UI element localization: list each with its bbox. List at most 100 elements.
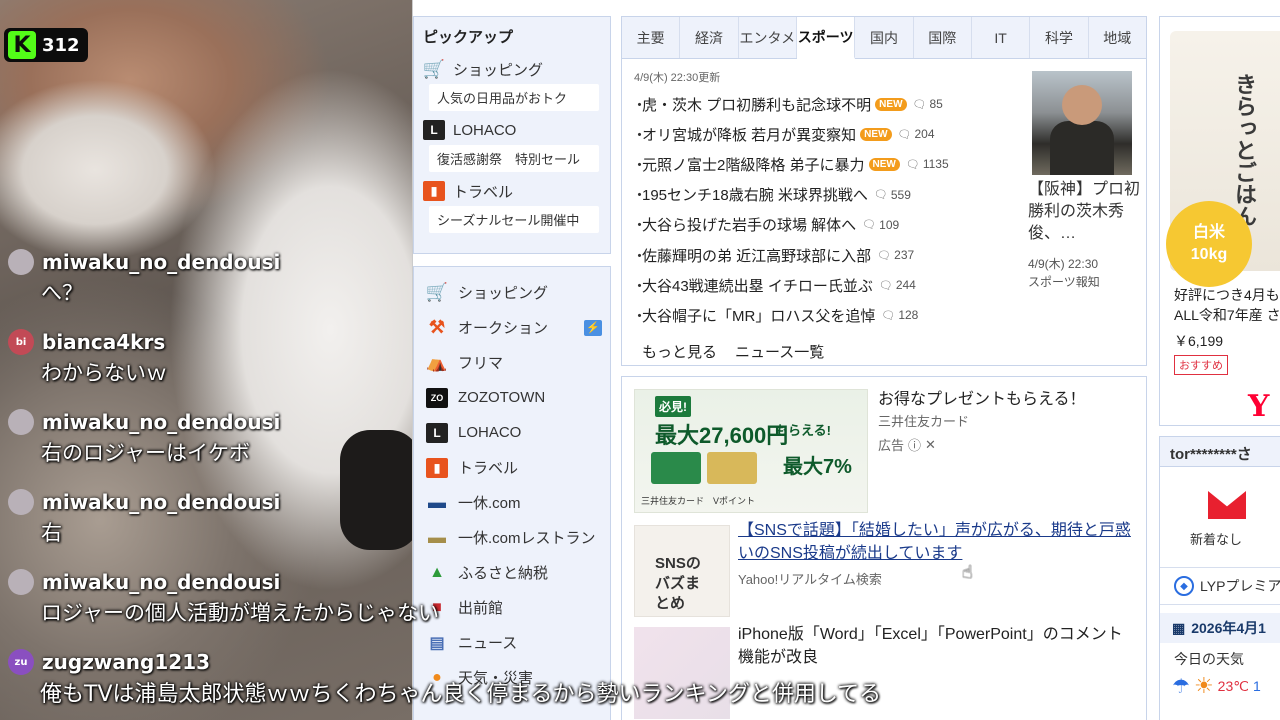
tab-entertainment[interactable]: エンタメ [739, 17, 797, 58]
rice-bag-image: きらっとごはん 白米 10kg [1166, 31, 1280, 287]
more-link[interactable]: もっと見る [642, 341, 717, 362]
pickup-item[interactable]: 🛒 ショッピング 人気の日用品がおトク [414, 56, 610, 111]
chat-username: miwaku_no_dendousi [42, 570, 281, 594]
tab-main[interactable]: 主要 [622, 17, 681, 58]
comment-count: 🗨 85 [912, 97, 943, 112]
news-item-title: 195センチ18歳右腕 米球界挑戦へ [642, 187, 868, 205]
viewer-count: 312 [42, 34, 80, 56]
comment-count: 🗨 204 [897, 127, 935, 142]
article-title[interactable]: 【SNSで話題】「結婚したい」声が広がる、期待と戸惑いのSNS投稿が続出していま… [738, 519, 1138, 565]
chat-username: miwaku_no_dendousi [42, 410, 281, 434]
kick-logo-icon: K [8, 31, 36, 59]
user-avatar: bi [8, 329, 34, 355]
weather-row[interactable]: ☂ ☀ 23℃ 1 [1172, 673, 1261, 699]
chat-message: miwaku_no_dendousi へ？ [8, 246, 608, 326]
news-item-title: オリ宮城が降板 若月が異変察知 [642, 126, 857, 144]
comment-icon: 🗨 [878, 279, 893, 292]
lyp-icon: ◆ [1174, 576, 1194, 596]
ad-amount: 最大27,600円 [655, 423, 789, 448]
user-avatar [8, 249, 34, 275]
pickup-item-label: LOHACO [453, 121, 517, 139]
ad-amount-sub: もらえる! [775, 423, 831, 438]
chat-text: ロジャーの個人活動が増えたからじゃない [41, 601, 439, 625]
new-badge: NEW [860, 127, 892, 141]
tab-economy[interactable]: 経済 [680, 17, 739, 58]
ad-banner[interactable]: 必見! 最大27,600円 もらえる! 最大7% 三井住友カード Vポイント [634, 389, 868, 513]
info-icon[interactable]: ⓘ [908, 435, 921, 454]
new-badge: NEW [875, 97, 907, 111]
comment-icon: 🗨 [881, 309, 896, 322]
viewer-count-badge: K 312 [4, 28, 88, 62]
comment-icon: 🗨 [877, 249, 892, 262]
tab-science[interactable]: 科学 [1030, 17, 1089, 58]
player-photo-body [1050, 121, 1114, 175]
pickup-panel: ピックアップ 🛒 ショッピング 人気の日用品がおトク L LOHACO 復活感謝祭 … [413, 16, 611, 254]
comment-count: 🗨 1135 [905, 157, 949, 172]
weather-label: 今日の天気 [1174, 651, 1244, 667]
pickup-item[interactable]: L LOHACO 復活感謝祭 特別セール [414, 117, 610, 172]
ad-footer: 三井住友カード Vポイント [641, 496, 756, 506]
comment-icon: 🗨 [905, 158, 920, 171]
player-photo-head [1062, 85, 1102, 125]
account-panel: tor********さ 新着なし ◆ LYPプレミア ▦ 2026年4月1 今… [1159, 436, 1280, 720]
chat-message: miwaku_no_dendousi 右 [8, 486, 608, 566]
ad-label: 広告 ⓘ ✕ [878, 435, 936, 454]
article-thumbnail[interactable]: SNSのバズまとめ [634, 525, 730, 617]
chat-text: 右のロジャーはイケボ [41, 441, 250, 465]
chat-message: miwaku_no_dendousi ロジャーの個人活動が増えたからじゃない [8, 566, 608, 646]
ad-title[interactable]: お得なプレゼントもらえる！ [878, 385, 1086, 409]
travel-bag-icon: ▮ [423, 181, 445, 201]
lyp-premium-link[interactable]: ◆ LYPプレミア [1160, 567, 1280, 605]
chat-text: 右 [41, 521, 62, 545]
shopping-cart-icon: 🛒 [422, 58, 446, 79]
news-item[interactable]: ・大谷帽子に「MR」ロハス父を追悼 🗨 128 [632, 300, 1146, 330]
news-item-title: 元照ノ富士2階級降格 弟子に暴力 [642, 156, 865, 174]
calendar-icon: ▦ [1172, 619, 1186, 636]
tab-local[interactable]: 地域 [1089, 17, 1146, 58]
product-ad[interactable]: きらっとごはん 白米 10kg 好評につき4月も ALL令和7年産 さ ￥6,1… [1159, 16, 1280, 426]
comment-icon: 🗨 [897, 128, 912, 141]
news-list-link[interactable]: ニュース一覧 [735, 341, 824, 362]
chat-message: bi bianca4krs わからないｗ [8, 326, 608, 406]
umbrella-icon: ☂ [1172, 675, 1190, 698]
news-links: もっと見る ニュース一覧 [622, 331, 1146, 372]
comment-count: 🗨 109 [862, 217, 900, 232]
pickup-item-sub[interactable]: 人気の日用品がおトク [429, 84, 599, 111]
comment-count: 🗨 237 [877, 248, 915, 263]
comment-icon: 🗨 [873, 189, 888, 202]
pickup-item-sub[interactable]: シーズナルセール開催中 [429, 206, 599, 233]
ad-percent: 最大7% [783, 456, 852, 478]
news-item-title: 大谷ら投げた岩手の球場 解体へ [642, 217, 857, 235]
news-feature-title[interactable]: 【阪神】プロ初勝利の茨木秀俊、… [1028, 179, 1140, 245]
chat-username: zugzwang1213 [42, 650, 211, 674]
article-title[interactable]: iPhone版「Word」「Excel」「PowerPoint」のコメント機能が… [738, 623, 1138, 669]
close-icon[interactable]: ✕ [925, 437, 936, 453]
user-avatar [8, 409, 34, 435]
tab-sports[interactable]: スポーツ [796, 17, 856, 59]
card-image [651, 452, 701, 484]
sns-thumb-text: SNSのバズまとめ [655, 555, 701, 612]
pickup-title: ピックアップ [423, 29, 514, 46]
pickup-item-sub[interactable]: 復活感謝祭 特別セール [429, 145, 599, 172]
news-feature-time: 4/9(木) 22:30 [1028, 257, 1099, 271]
chat-username: bianca4krs [42, 330, 166, 354]
sun-icon: ☀ [1193, 673, 1214, 698]
tab-it[interactable]: IT [972, 17, 1031, 58]
pickup-item[interactable]: ▮ トラベル シーズナルセール開催中 [414, 178, 610, 233]
temp-low: 1 [1252, 678, 1261, 694]
user-avatar: zu [8, 649, 34, 675]
rice-bag-text: きらっとごはん [1231, 73, 1257, 227]
recommend-badge: おすすめ [1174, 355, 1228, 375]
news-feature-meta: 4/9(木) 22:30 スポーツ報知 [1028, 255, 1140, 291]
news-feature-source: スポーツ報知 [1028, 275, 1100, 289]
news-item-title: 虎・茨木 プロ初勝利も記念球不明 [642, 96, 872, 114]
comment-icon: 🗨 [862, 219, 877, 232]
new-badge: NEW [868, 157, 900, 171]
tab-domestic[interactable]: 国内 [855, 17, 914, 58]
chat-caption: 俺もTVは浦島太郎状態ｗｗちくわちゃん良く停まるから勢いランキングと併用してる [40, 682, 882, 707]
account-name[interactable]: tor********さ [1160, 437, 1280, 467]
news-feature-photo[interactable] [1032, 71, 1132, 175]
tab-world[interactable]: 国際 [914, 17, 972, 58]
mail-box[interactable]: 新着なし [1160, 467, 1280, 567]
chat-text: へ？ [41, 281, 83, 305]
